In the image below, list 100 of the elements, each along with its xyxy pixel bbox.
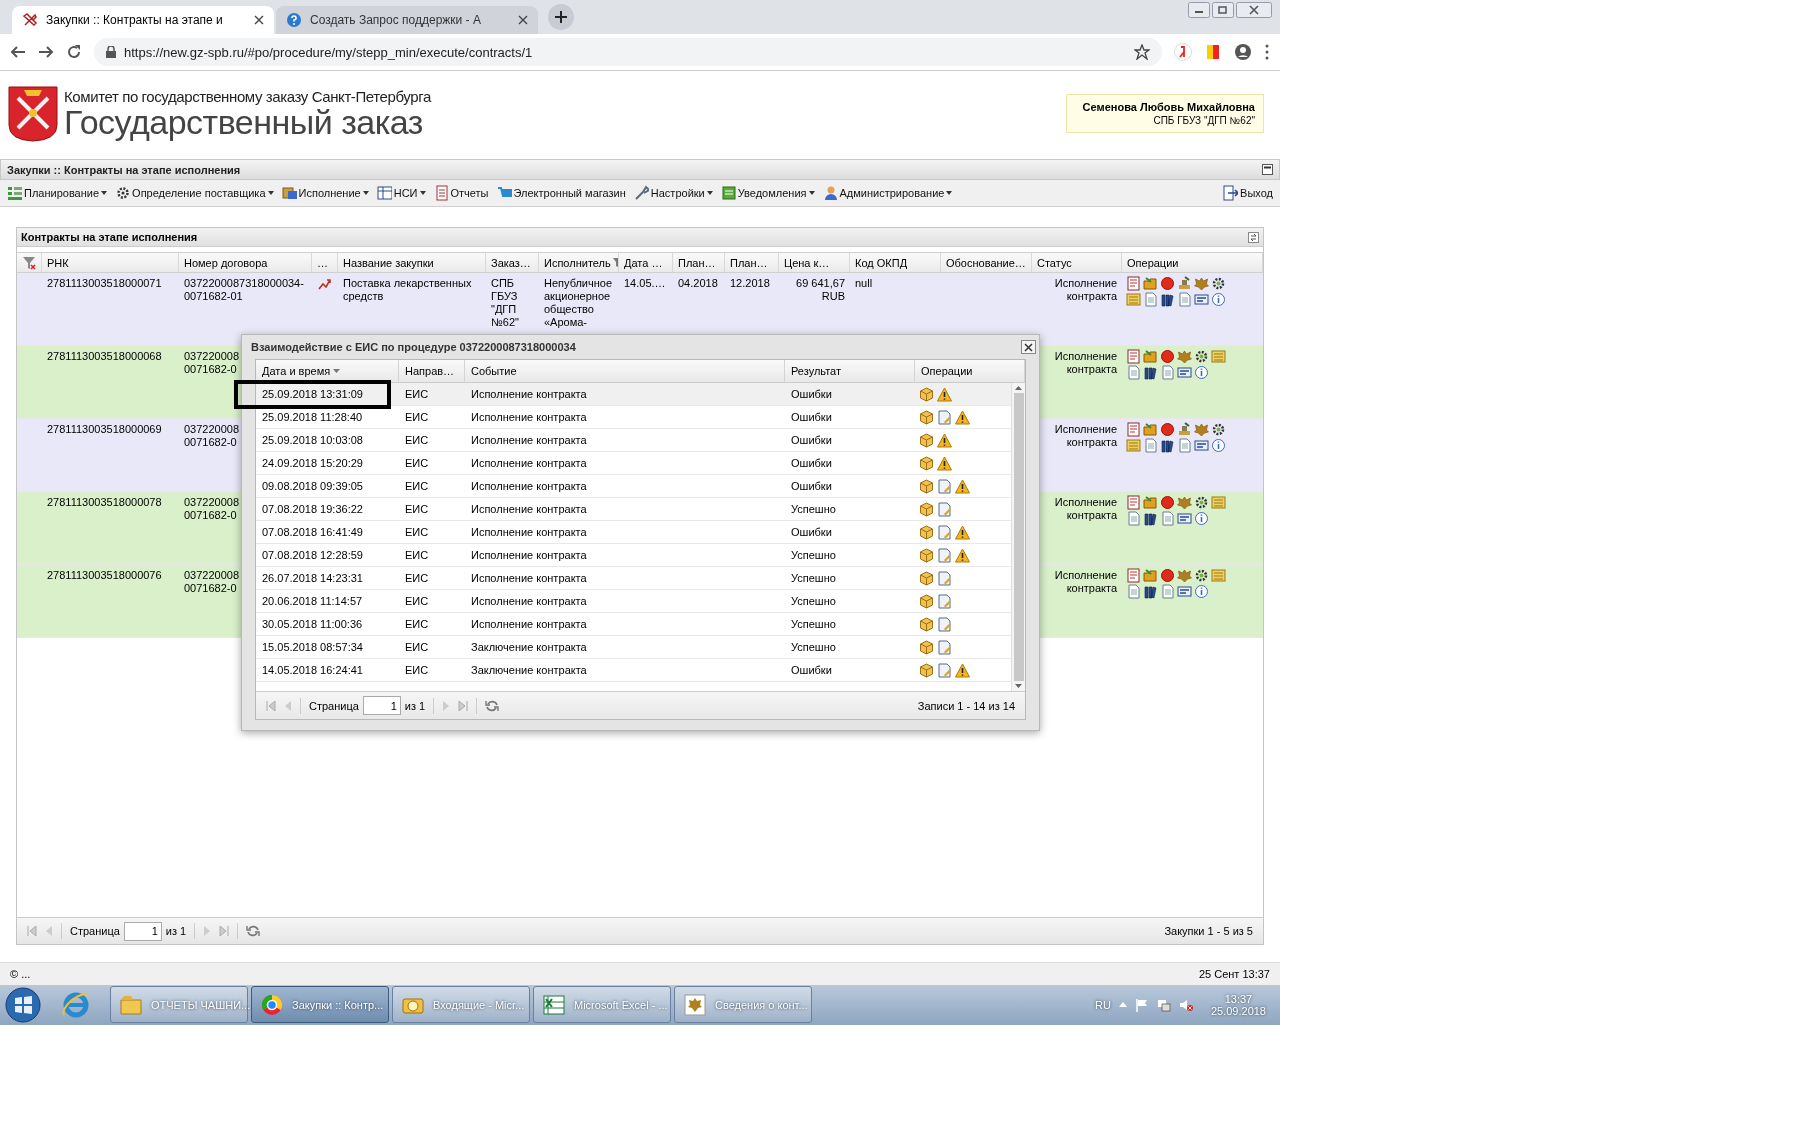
column-header[interactable]: Событие (471, 365, 517, 378)
volume-muted-icon[interactable] (1178, 997, 1193, 1012)
package-icon[interactable] (919, 409, 934, 425)
minimize-icon[interactable] (1188, 2, 1210, 18)
menu-item[interactable]: Планирование (6, 183, 109, 204)
column-header[interactable]: Дата … (624, 256, 663, 269)
warning-icon[interactable] (955, 409, 970, 425)
scroll-up-icon[interactable] (1015, 386, 1022, 391)
column-header[interactable]: Статус (1037, 256, 1072, 269)
menu-item[interactable]: Администрирование (821, 183, 954, 204)
address-field[interactable]: https://new.gz-spb.ru/#po/procedure/my/stepp_min/execute/contracts/1 (94, 38, 1162, 66)
books-icon[interactable] (1160, 438, 1175, 454)
column-header[interactable]: Операции (921, 365, 973, 378)
record-icon[interactable] (1160, 568, 1175, 584)
package-icon[interactable] (919, 478, 934, 494)
warning-icon[interactable] (937, 455, 952, 471)
table-row[interactable]: 15.05.2018 08:57:34 ЕИС Заключение контракта Успешно (256, 636, 1011, 660)
card-icon[interactable] (1177, 511, 1192, 527)
sort-icon[interactable] (333, 369, 341, 374)
yandex-icon[interactable] (1174, 43, 1192, 61)
column-header[interactable]: Операции (1127, 256, 1179, 269)
gear-icon[interactable] (1194, 495, 1209, 511)
books-icon[interactable] (1143, 511, 1158, 527)
bookmark-icon[interactable] (1204, 43, 1222, 61)
warning-icon[interactable] (955, 524, 970, 540)
table-row[interactable]: 07.08.2018 12:28:59 ЕИС Исполнение контракта Успешно (256, 544, 1011, 568)
column-header[interactable]: Направ… (405, 365, 455, 378)
folder-icon[interactable] (1143, 349, 1158, 365)
restore-icon[interactable] (1212, 2, 1234, 18)
filter-icon[interactable] (612, 258, 618, 268)
package-icon[interactable] (919, 524, 934, 540)
column-header[interactable]: Название закупки (343, 256, 434, 269)
column-header[interactable]: Обоснование… (946, 256, 1026, 269)
record-icon[interactable] (1160, 422, 1175, 438)
profile-icon[interactable] (1234, 43, 1252, 61)
table-row[interactable]: 30.05.2018 11:00:36 ЕИС Исполнение контракта Успешно (256, 613, 1011, 637)
route-icon[interactable] (317, 277, 331, 292)
browser-tab[interactable]: Закупки :: Контракты на этапе и (12, 6, 274, 34)
warning-icon[interactable] (955, 547, 970, 563)
folder-icon[interactable] (1143, 495, 1158, 511)
start-icon[interactable] (4, 985, 42, 1024)
package-icon[interactable] (919, 547, 934, 563)
close-window-icon[interactable] (1236, 2, 1272, 18)
close-button[interactable] (1021, 340, 1036, 355)
document-edit-icon[interactable] (937, 570, 952, 586)
record-icon[interactable] (1160, 349, 1175, 365)
warning-icon[interactable] (937, 386, 952, 402)
menu-icon[interactable] (1264, 44, 1270, 60)
stamp-icon[interactable] (1177, 422, 1192, 438)
menu-item[interactable]: Электронный магазин (495, 183, 627, 204)
page-number-field[interactable]: 1 (362, 696, 401, 716)
folder-icon[interactable] (1143, 422, 1158, 438)
table-row[interactable]: 20.06.2018 11:14:57 ЕИС Исполнение контракта Успешно (256, 590, 1011, 614)
table-row[interactable]: 25.09.2018 11:28:40 ЕИС Исполнение контракта Ошибки (256, 406, 1011, 430)
package-icon[interactable] (919, 432, 934, 448)
column-header[interactable]: Цена к… (784, 256, 830, 269)
table-row[interactable]: 07.08.2018 16:41:49 ЕИС Исполнение контракта Ошибки (256, 521, 1011, 545)
clear-filter-icon[interactable] (22, 255, 36, 270)
network-icon[interactable] (1156, 997, 1171, 1012)
column-header[interactable]: … (317, 256, 328, 269)
table-row[interactable]: 25.09.2018 13:31:09 ЕИС Исполнение контракта Ошибки (256, 383, 1011, 407)
column-header[interactable]: Заказ… (491, 256, 531, 269)
scroll-down-icon[interactable] (1015, 684, 1022, 689)
stamp-icon[interactable] (1177, 276, 1192, 292)
package-icon[interactable] (919, 501, 934, 517)
menu-item[interactable]: Уведомления (719, 183, 816, 204)
column-header[interactable]: Номер договора (184, 256, 268, 269)
column-header[interactable]: РНК (47, 256, 69, 269)
column-header[interactable]: План… (678, 256, 716, 269)
document-edit-icon[interactable] (937, 616, 952, 632)
close-icon[interactable] (254, 15, 264, 25)
record-icon[interactable] (1160, 495, 1175, 511)
package-icon[interactable] (919, 570, 934, 586)
star-icon[interactable] (1134, 44, 1150, 60)
logout-button[interactable]: Выход (1222, 183, 1274, 204)
column-header[interactable]: Исполнитель (544, 256, 611, 269)
menu-item[interactable]: Исполнение (280, 183, 370, 204)
new-tab-button[interactable] (548, 4, 574, 30)
gear-icon[interactable] (1211, 276, 1226, 292)
menu-item[interactable]: НСИ (375, 183, 427, 204)
table-row[interactable]: 14.05.2018 16:24:41 ЕИС Заключение контракта Ошибки (256, 659, 1011, 683)
column-header[interactable]: Код ОКПД (855, 256, 908, 269)
package-icon[interactable] (919, 662, 934, 678)
gear-icon[interactable] (1194, 349, 1209, 365)
refresh-icon[interactable] (246, 924, 261, 939)
package-icon[interactable] (919, 616, 934, 632)
books-icon[interactable] (1143, 584, 1158, 600)
gear-icon[interactable] (1194, 568, 1209, 584)
package-icon[interactable] (919, 639, 934, 655)
card-icon[interactable] (1194, 438, 1209, 454)
card-icon[interactable] (1177, 584, 1192, 600)
record-icon[interactable] (1160, 276, 1175, 292)
document-edit-icon[interactable] (937, 593, 952, 609)
table-row[interactable]: 24.09.2018 15:20:29 ЕИС Исполнение контракта Ошибки (256, 452, 1011, 476)
scrollbar[interactable] (1011, 383, 1025, 692)
menu-item[interactable]: Настройки (632, 183, 714, 204)
menu-item[interactable]: Определение поставщика (114, 183, 275, 204)
refresh-icon[interactable] (485, 698, 500, 713)
column-header[interactable]: План… (730, 256, 768, 269)
document-edit-icon[interactable] (937, 501, 952, 517)
